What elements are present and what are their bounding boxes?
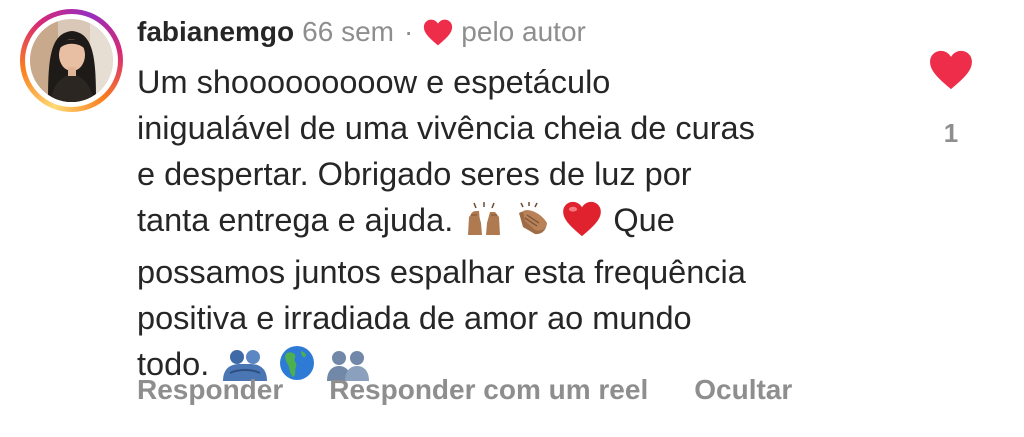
clapping-hands-emoji: [519, 202, 548, 235]
comment-line: Um shooooooooow e espetáculo: [137, 64, 611, 100]
separator-dot: ·: [403, 16, 414, 47]
reply-button[interactable]: Responder: [137, 374, 283, 406]
like-heart-icon[interactable]: [929, 50, 973, 90]
raising-hands-emoji: [468, 202, 501, 235]
username-link[interactable]: fabianemgo: [137, 16, 294, 48]
comment-line: inigualável de uma vivência cheia de cur…: [137, 110, 755, 146]
reply-with-reel-button[interactable]: Responder com um reel: [329, 374, 648, 406]
heart-icon: [424, 19, 453, 45]
comment-line: positiva e irradiada de amor ao mundo: [137, 300, 692, 336]
comment-timestamp: 66 sem: [302, 16, 394, 47]
avatar-story-ring[interactable]: [20, 9, 123, 112]
comment-line: tanta entrega e ajuda.: [137, 202, 454, 238]
hide-button[interactable]: Ocultar: [694, 374, 792, 406]
avatar[interactable]: [30, 19, 113, 102]
liked-by-author-label: pelo autor: [461, 16, 586, 47]
red-heart-emoji: [563, 201, 602, 237]
like-count[interactable]: 1: [926, 118, 976, 149]
comment-line: possamos juntos espalhar esta frequência: [137, 254, 746, 290]
comment-line: e despertar. Obrigado seres de luz por: [137, 156, 692, 192]
comment-line: Que: [613, 202, 675, 238]
comment-item: fabianemgo 66 sem · pelo autor Um shoooo…: [0, 0, 1024, 437]
comment-actions: Responder Responder com um reel Ocultar: [137, 374, 838, 406]
comment-header: fabianemgo 66 sem · pelo autor: [137, 12, 586, 52]
comment-body: Um shooooooooow e espetáculo inigualável…: [137, 59, 877, 393]
emoji-group: [464, 201, 602, 249]
like-column: 1: [926, 50, 976, 149]
